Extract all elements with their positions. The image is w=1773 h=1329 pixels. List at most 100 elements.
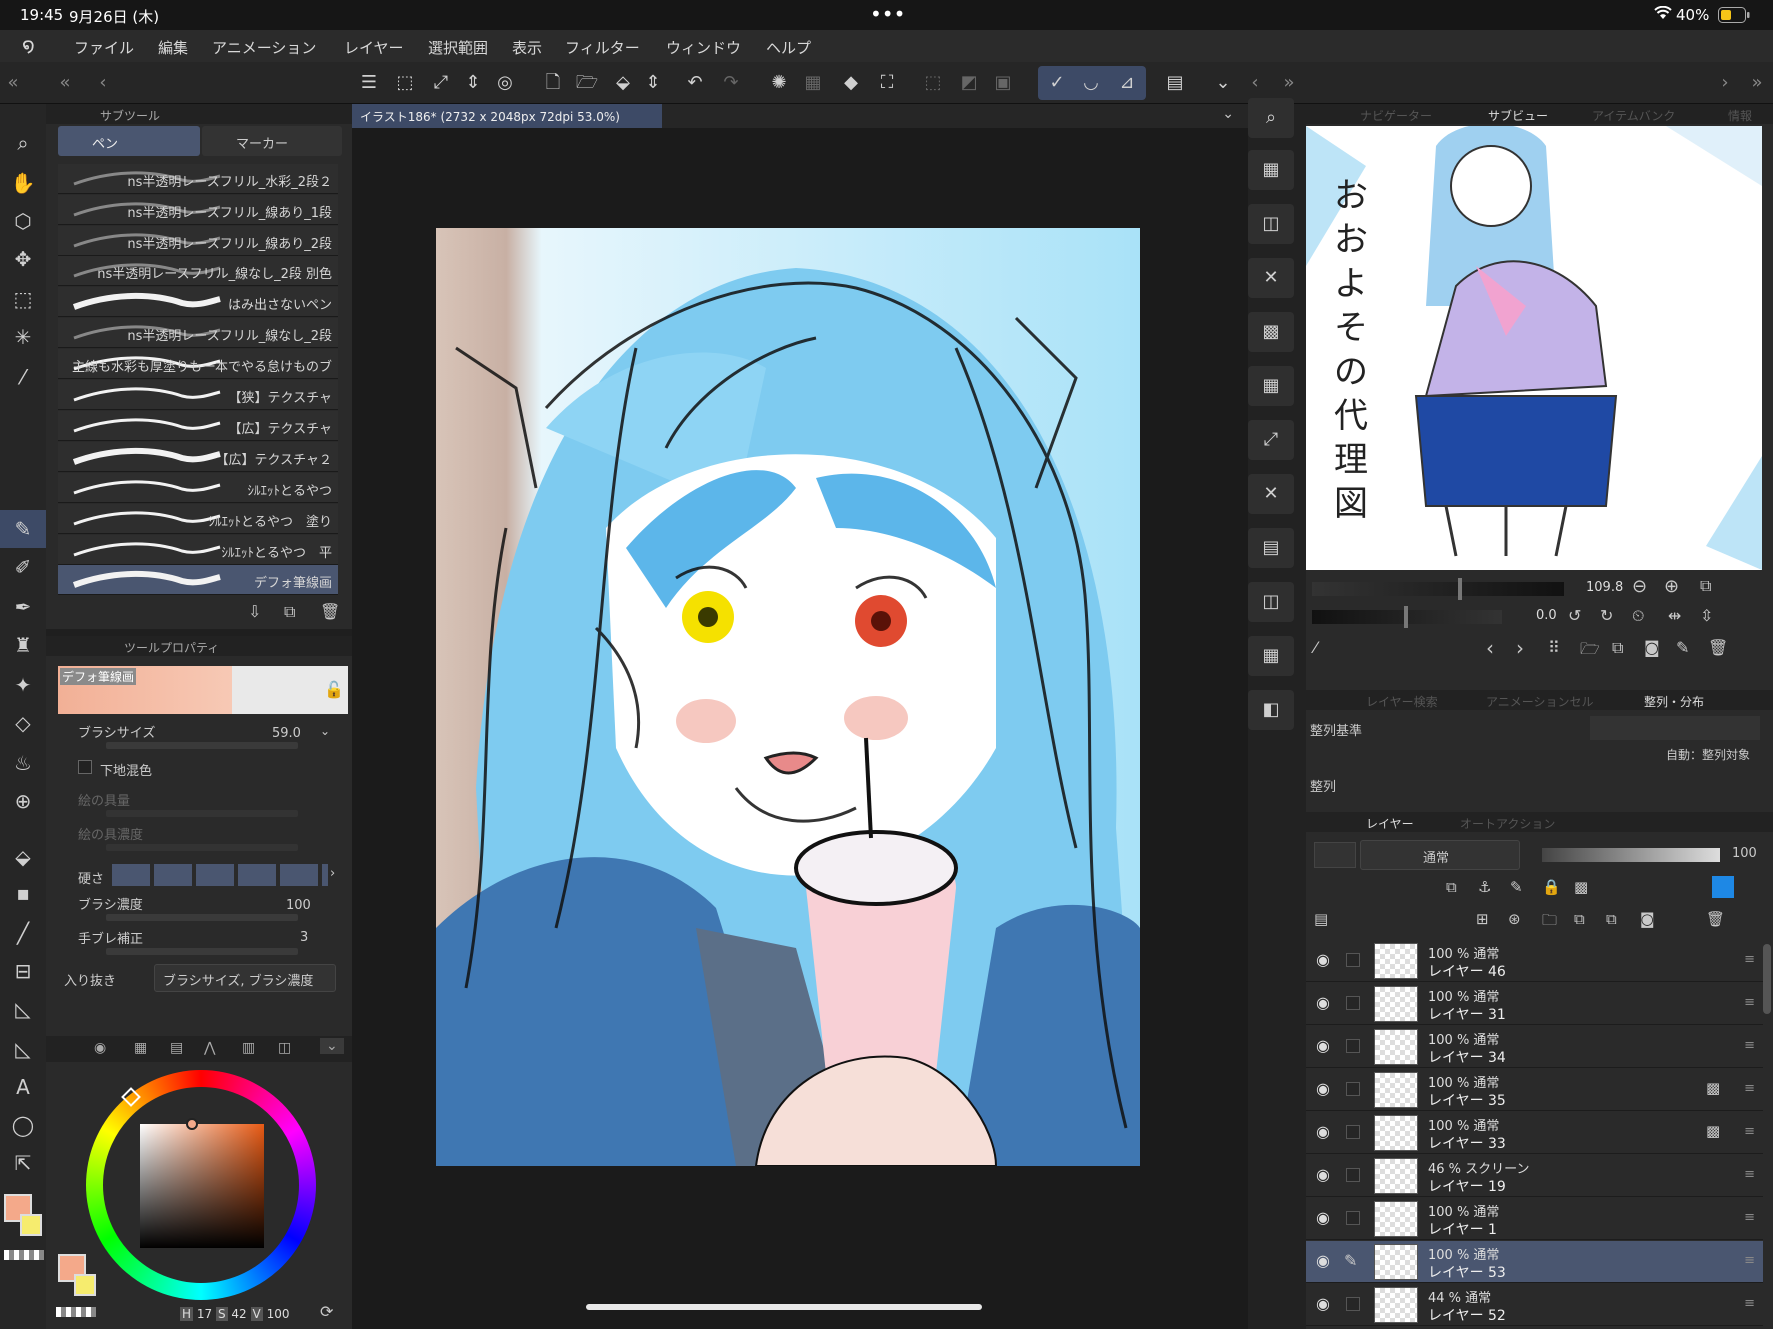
hardness-row[interactable]: 硬さ › — [58, 860, 338, 892]
layer-checkbox[interactable] — [1346, 1211, 1360, 1225]
brush-icon[interactable]: ✒ — [0, 588, 46, 626]
blend-icon[interactable]: ♨ — [0, 744, 46, 782]
open-folder-icon[interactable]: 🗁 — [574, 70, 600, 96]
collapse-right-icon[interactable]: » — [1744, 70, 1770, 96]
brush-density-row[interactable]: ブラシ濃度 100 — [58, 892, 338, 924]
layer-scrollbar[interactable] — [1763, 944, 1771, 1014]
drag-handle-icon[interactable]: ≡ — [1744, 1167, 1755, 1182]
reset-rotate-icon[interactable]: ⏲ — [1632, 606, 1644, 626]
brush-item[interactable]: 【広】テクスチャ２ — [58, 442, 338, 472]
undo-icon[interactable]: ↶ — [682, 70, 708, 96]
layer-row[interactable]: ◉ 100 % 通常 レイヤー 46 ≡ — [1306, 940, 1763, 982]
tab-item-bank[interactable]: アイテムバンク — [1592, 107, 1675, 124]
color-cycle-icon[interactable]: ⟳ — [320, 1302, 333, 1321]
edit-icon[interactable]: ✎ — [1676, 638, 1689, 657]
merge-down-icon[interactable]: ⧉ — [1606, 910, 1617, 928]
correct-line-icon[interactable]: ⇱ — [0, 1144, 46, 1182]
chevron-left-icon[interactable]: ‹ — [90, 70, 116, 96]
hardness-selector[interactable] — [112, 864, 328, 886]
drag-handle-icon[interactable]: ≡ — [1744, 1081, 1755, 1096]
layer-checkbox[interactable] — [1346, 1125, 1360, 1139]
brush-item[interactable]: 【狭】テクスチャ — [58, 380, 338, 410]
align-basis-buttons[interactable] — [1590, 716, 1760, 740]
layer-row[interactable]: ◉ 100 % 通常 レイヤー 33 ▩ ≡ — [1306, 1112, 1763, 1154]
brush-item[interactable]: ns半透明レースフリル_水彩_2段２ — [58, 164, 338, 194]
panel-sub-color[interactable] — [74, 1274, 96, 1296]
subview-image[interactable]: おおよその代理図 — [1306, 126, 1762, 570]
tab-subview[interactable]: サブビュー — [1488, 107, 1548, 124]
approximate-color-tab-icon[interactable]: ⋀ — [204, 1040, 215, 1056]
saturation-value-square[interactable] — [140, 1124, 264, 1248]
collapse-panel-icon[interactable]: « — [52, 70, 78, 96]
sub-color-swatch[interactable] — [20, 1214, 42, 1236]
quick-calc-icon[interactable]: ▦ — [1248, 366, 1294, 406]
brush-item[interactable]: ｼﾙｴｯﾄとるやつ 塗り — [58, 504, 338, 534]
mask-icon[interactable]: ◙ — [1640, 910, 1655, 928]
layer-checkbox[interactable] — [1346, 1082, 1360, 1096]
eye-icon[interactable]: ◉ — [1316, 1122, 1330, 1141]
transform-icon[interactable]: ⤢ — [428, 70, 454, 96]
brush-item[interactable]: ｼﾙｴｯﾄとるやつ 平 — [58, 535, 338, 565]
gradient-icon[interactable]: ▪ — [0, 874, 46, 912]
trash-icon[interactable]: 🗑 — [1708, 638, 1728, 657]
decoration-icon[interactable]: ✦ — [0, 666, 46, 704]
fit-screen-icon[interactable]: ⧉ — [1700, 576, 1711, 596]
eye-icon[interactable]: ◉ — [1316, 1251, 1330, 1270]
layer-menu-icon[interactable]: ▤ — [1314, 910, 1328, 928]
save-icon[interactable]: ⬙ — [610, 70, 636, 96]
blend-mode-select[interactable]: 通常 — [1360, 840, 1520, 870]
pencil-icon[interactable]: ✐ — [0, 548, 46, 586]
layer-color-icon[interactable] — [1712, 876, 1734, 898]
rotate-left-icon[interactable]: ↺ — [1568, 606, 1581, 625]
drag-handle-icon[interactable]: ≡ — [1744, 1253, 1755, 1268]
lock-icon[interactable]: 🔒 — [1542, 878, 1561, 896]
tab-align-distribute[interactable]: 整列・分布 — [1644, 693, 1704, 710]
menu-animation[interactable]: アニメーション — [212, 37, 316, 58]
quick-tool-icon[interactable]: ▦ — [1248, 150, 1294, 190]
menu-hamburger-icon[interactable]: ☰ — [356, 70, 382, 96]
chevron-down-icon[interactable]: ⌄ — [1210, 70, 1236, 96]
tab-animation-cel[interactable]: アニメーションセル — [1486, 693, 1594, 710]
layer-row[interactable]: ◉ ✎ 100 % 通常 レイヤー 53 ≡ — [1306, 1241, 1763, 1283]
drag-handle-icon[interactable]: ≡ — [1744, 1124, 1755, 1139]
frame-icon[interactable]: ⊟ — [0, 952, 46, 990]
quick-delete-icon[interactable]: ✕ — [1248, 474, 1294, 514]
globe-icon[interactable]: ⊕ — [0, 782, 46, 820]
taper-row[interactable]: 入り抜き ブラシサイズ, ブラシ濃度 — [58, 962, 338, 994]
color-history-tab-icon[interactable]: ▥ — [242, 1040, 255, 1056]
panel-transparent-swatch[interactable] — [56, 1307, 96, 1317]
grid-view-icon[interactable]: ⠿ — [1548, 638, 1560, 657]
brush-size-row[interactable]: ブラシサイズ 59.0 ⌄ — [58, 720, 338, 752]
layer-checkbox[interactable] — [1346, 1168, 1360, 1182]
flip-horizontal-icon[interactable]: ⇹ — [1668, 606, 1681, 625]
layer-checkbox[interactable] — [1346, 1039, 1360, 1053]
airbrush-icon[interactable]: ♜ — [0, 626, 46, 664]
stabilizer-row[interactable]: 手ブレ補正 3 — [58, 924, 338, 956]
camera-icon[interactable]: ◙ — [1644, 638, 1660, 657]
layer-opacity-slider[interactable] — [1542, 848, 1720, 862]
snap-ruler-icon[interactable]: ✓ — [1044, 70, 1070, 96]
chevron-right-icon[interactable]: › — [1712, 70, 1738, 96]
chevron-left-icon[interactable]: ‹ — [1242, 70, 1268, 96]
duplicate-icon[interactable]: ⧉ — [284, 602, 295, 622]
drag-handle-icon[interactable]: ≡ — [1744, 952, 1755, 967]
brush-item[interactable]: ns半透明レースフリル_線なし_2段 別色 — [58, 256, 338, 286]
color-set-tab-icon[interactable]: ▦ — [134, 1040, 147, 1056]
eye-icon[interactable]: ◉ — [1316, 1208, 1330, 1227]
clear-icon[interactable]: ▦ — [800, 70, 826, 96]
quick-expand-icon[interactable]: ⤢ — [1248, 420, 1294, 460]
eyedropper-icon[interactable]: ⁄ — [0, 358, 46, 396]
selection-border-icon[interactable]: ▣ — [990, 70, 1016, 96]
download-icon[interactable]: ⇩ — [248, 602, 261, 621]
eye-icon[interactable]: ◉ — [1316, 950, 1330, 969]
reference-icon[interactable]: ⚓ — [1478, 878, 1491, 896]
move-icon[interactable]: ✥ — [0, 240, 46, 278]
drag-handle-icon[interactable]: ≡ — [1744, 995, 1755, 1010]
invert-selection-icon[interactable]: ◩ — [956, 70, 982, 96]
layer-row[interactable]: ◉ 100 % 通常 レイヤー 1 ≡ — [1306, 1198, 1763, 1240]
crop-icon[interactable]: ⛶ — [874, 70, 900, 96]
quick-zoom-icon[interactable]: ⌕ — [1248, 98, 1294, 138]
tab-info[interactable]: 情報 — [1728, 107, 1752, 124]
quick-chart-icon[interactable]: ▤ — [1248, 528, 1294, 568]
new-vector-layer-icon[interactable]: ⊛ — [1508, 910, 1521, 928]
